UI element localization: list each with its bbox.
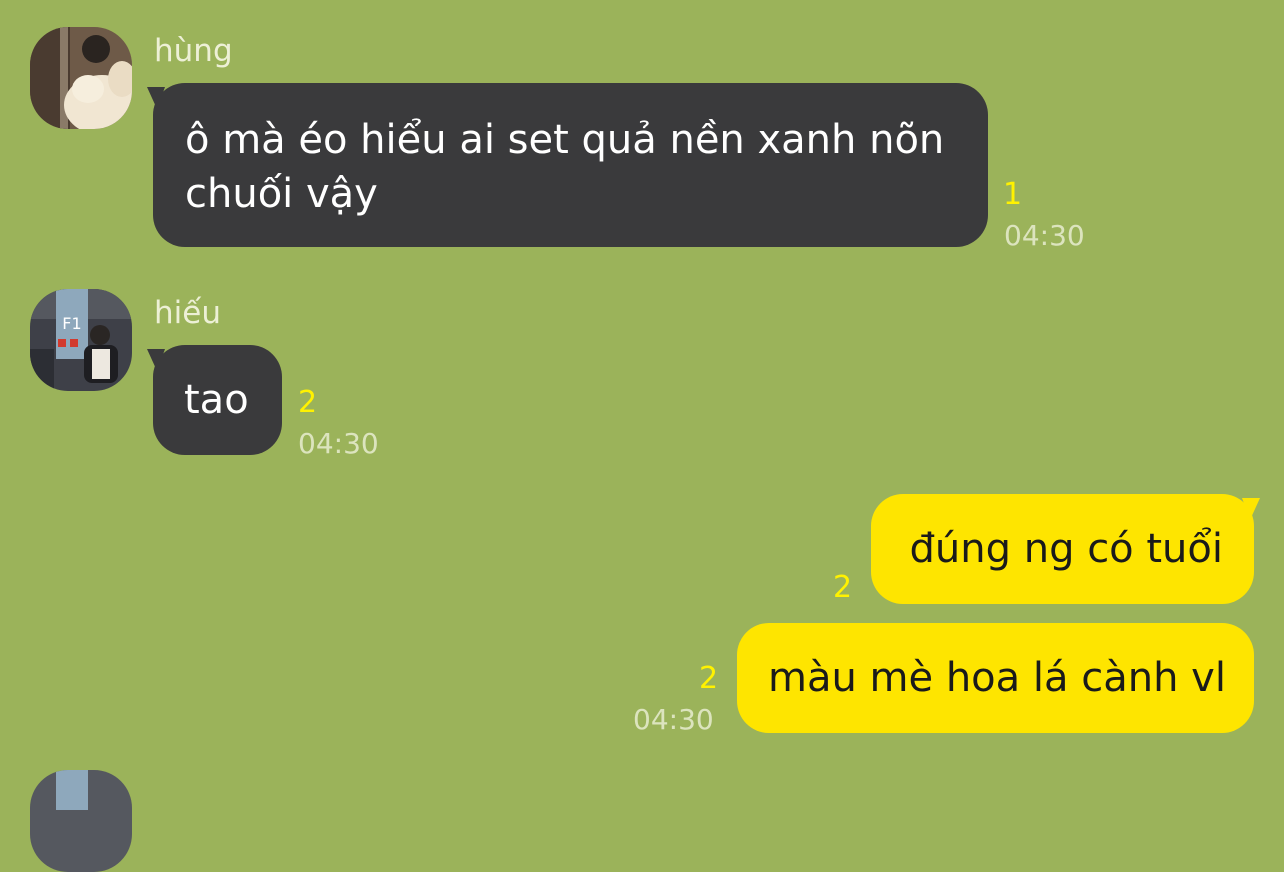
avatar-hieu[interactable]: F1 — [30, 289, 132, 391]
message-time: 04:30 — [1004, 219, 1085, 252]
message-line: đúng ng có tuổi — [909, 526, 1223, 572]
message-text: tao — [184, 373, 251, 427]
message-bubble[interactable]: ô mà éo hiểu ai set quả nền xanh nõn chu… — [138, 83, 988, 247]
unread-count: 1 — [1003, 177, 1023, 212]
unread-count: 2 — [833, 570, 853, 605]
message-bubble[interactable]: tao — [138, 345, 282, 455]
bubble-tail — [138, 87, 166, 109]
avatar-sign-text: F1 — [62, 314, 81, 333]
chat-area[interactable]: hùng ô mà éo hiểu ai set quả nền xanh nõ… — [0, 0, 1284, 872]
message-line: ô mà éo hiểu ai set quả nền xanh nõn — [185, 117, 945, 163]
message-line: tao — [184, 377, 249, 423]
avatar-hung-icon — [30, 27, 132, 129]
bubble-tail — [138, 349, 166, 371]
message-text: đúng ng có tuổi — [902, 522, 1223, 576]
message-time: 04:30 — [298, 427, 379, 460]
message-bubble[interactable]: màu mè hoa lá cành vl — [737, 623, 1254, 733]
sender-name: hùng — [154, 33, 233, 69]
sender-name: hiếu — [154, 295, 221, 331]
unread-count: 2 — [298, 385, 318, 420]
message-line: màu mè hoa lá cành vl — [768, 655, 1226, 701]
message-line: chuối vậy — [185, 171, 378, 217]
unread-count: 2 — [699, 661, 719, 696]
message-text: ô mà éo hiểu ai set quả nền xanh nõn chu… — [185, 113, 956, 221]
message-time: 04:30 — [633, 703, 714, 736]
avatar-next-icon — [30, 770, 132, 872]
message-text: màu mè hoa lá cành vl — [768, 651, 1226, 705]
bubble-tail — [1241, 498, 1269, 520]
avatar-hieu-icon: F1 — [30, 289, 132, 391]
message-bubble[interactable]: đúng ng có tuổi — [871, 494, 1269, 604]
avatar-hung[interactable] — [30, 27, 132, 129]
avatar-next[interactable] — [30, 770, 132, 872]
